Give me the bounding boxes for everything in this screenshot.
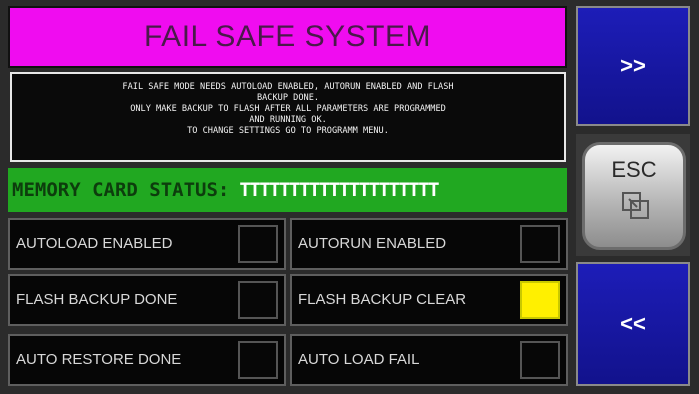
indicator-label: AUTORUN ENABLED bbox=[298, 235, 447, 252]
memory-card-status-label: MEMORY CARD STATUS: bbox=[12, 179, 230, 201]
page-title-bar: FAIL SAFE SYSTEM bbox=[8, 6, 567, 68]
indicator-label: FLASH BACKUP DONE bbox=[16, 291, 178, 308]
indicator-lamp-auto-load-fail bbox=[520, 341, 560, 379]
indicator-lamp-auto-restore-done bbox=[238, 341, 278, 379]
indicator-label: FLASH BACKUP CLEAR bbox=[298, 291, 467, 308]
info-line-2: BACKUP DONE. bbox=[256, 93, 320, 103]
memory-card-status-bar: MEMORY CARD STATUS: TTTTTTTTTTTTTTTTTTTT bbox=[8, 168, 567, 212]
info-line-5: TO CHANGE SETTINGS GO TO PROGRAMM MENU. bbox=[187, 126, 389, 136]
info-line-1: FAIL SAFE MODE NEEDS AUTOLOAD ENABLED, A… bbox=[122, 82, 454, 92]
hmi-screen: FAIL SAFE SYSTEM FAIL SAFE MODE NEEDS AU… bbox=[0, 0, 699, 394]
info-line-3: ONLY MAKE BACKUP TO FLASH AFTER ALL PARA… bbox=[130, 104, 446, 114]
esc-button-frame: ESC bbox=[576, 134, 690, 256]
memory-card-status-value: TTTTTTTTTTTTTTTTTTTT bbox=[239, 179, 439, 201]
indicator-flash-backup-done: FLASH BACKUP DONE bbox=[8, 274, 286, 326]
window-restore-icon bbox=[622, 192, 649, 219]
next-page-button[interactable]: >> bbox=[576, 6, 690, 126]
info-line-4: AND RUNNING OK. bbox=[249, 115, 327, 125]
indicator-label: AUTO RESTORE DONE bbox=[16, 351, 182, 368]
indicator-lamp-autoload-enabled bbox=[238, 225, 278, 263]
indicator-flash-backup-clear: FLASH BACKUP CLEAR bbox=[290, 274, 568, 326]
indicator-lamp-autorun-enabled bbox=[520, 225, 560, 263]
indicator-label: AUTOLOAD ENABLED bbox=[16, 235, 173, 252]
info-message-box: FAIL SAFE MODE NEEDS AUTOLOAD ENABLED, A… bbox=[10, 72, 566, 162]
indicator-autoload-enabled: AUTOLOAD ENABLED bbox=[8, 218, 286, 270]
indicator-label: AUTO LOAD FAIL bbox=[298, 351, 420, 368]
indicator-auto-restore-done: AUTO RESTORE DONE bbox=[8, 334, 286, 386]
page-title: FAIL SAFE SYSTEM bbox=[144, 20, 431, 53]
esc-button[interactable]: ESC bbox=[582, 142, 686, 250]
indicator-lamp-flash-backup-done bbox=[238, 281, 278, 319]
indicator-lamp-flash-backup-clear bbox=[520, 281, 560, 319]
esc-button-label: ESC bbox=[611, 157, 657, 182]
previous-page-button[interactable]: << bbox=[576, 262, 690, 386]
indicator-auto-load-fail: AUTO LOAD FAIL bbox=[290, 334, 568, 386]
indicator-autorun-enabled: AUTORUN ENABLED bbox=[290, 218, 568, 270]
